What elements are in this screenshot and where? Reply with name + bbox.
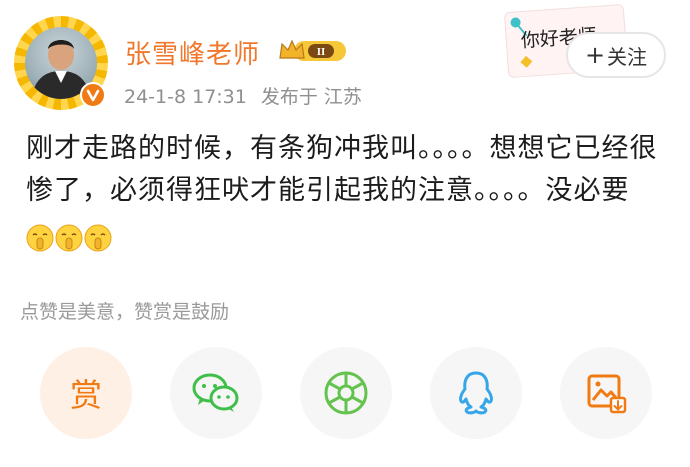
reward-hint: 点赞是美意，赞赏是鼓励 [20, 301, 230, 323]
plus-icon: + [584, 41, 606, 69]
reward-button[interactable]: 赏 [40, 347, 132, 439]
share-moments-button[interactable] [300, 347, 392, 439]
verified-badge-icon [80, 82, 106, 108]
post-meta: 24-1-8 17:31 发布于 江苏 [124, 82, 362, 109]
reward-label: 赏 [69, 376, 102, 414]
author-name[interactable]: 张雪峰老师 [125, 34, 260, 71]
post-text: 刚才走路的时候，有条狗冲我叫。。。。想想它已经很惨了，必须得狂吠才能引起我的注意… [26, 133, 658, 206]
qq-icon [459, 371, 493, 415]
share-row: 赏 [0, 347, 690, 443]
emoji-row [26, 216, 113, 258]
follow-label: 关注 [607, 44, 648, 69]
share-wechat-button[interactable] [170, 347, 262, 439]
follow-button[interactable]: + 关注 [566, 32, 666, 78]
author-avatar[interactable] [14, 16, 108, 110]
post-date: 24-1-8 17:31 [124, 86, 247, 108]
save-image-button[interactable] [560, 347, 652, 439]
save-image-icon [587, 374, 627, 414]
wechat-icon [192, 373, 239, 412]
shush-emoji-icon [55, 224, 83, 251]
share-qq-button[interactable] [430, 347, 522, 439]
shush-emoji-icon [84, 224, 112, 251]
moments-icon [324, 371, 368, 415]
level-badge-text: II [317, 46, 326, 58]
post-content: 刚才走路的时候，有条狗冲我叫。。。。想想它已经很惨了，必须得狂吠才能引起我的注意… [26, 128, 666, 258]
shush-emoji-icon [26, 224, 54, 251]
post-location: 发布于 江苏 [260, 86, 362, 108]
level-badge-icon: II [279, 39, 346, 61]
